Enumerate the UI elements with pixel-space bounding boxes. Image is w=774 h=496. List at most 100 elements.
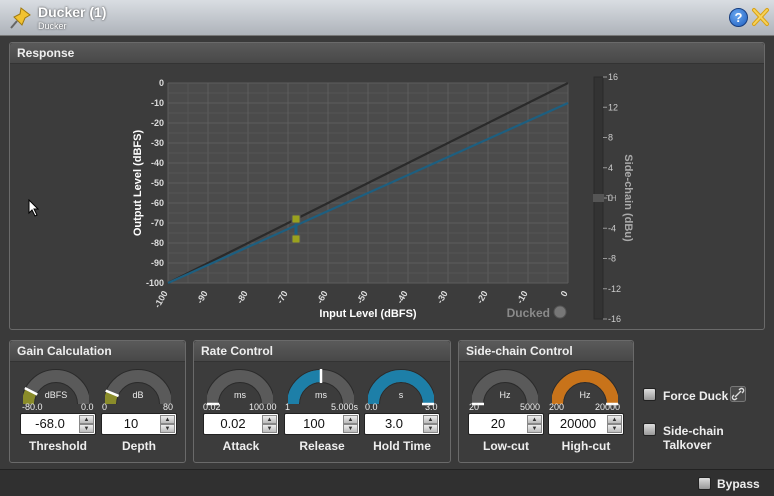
highcut-unit: Hz (579, 390, 591, 400)
sidechain-tick-label: 8 (608, 133, 613, 143)
attack-label: Attack (222, 439, 260, 453)
hold-max: 3.0 (425, 402, 438, 412)
ducked-label: Ducked (507, 306, 550, 320)
attack-unit: ms (234, 390, 246, 400)
knob-fill (105, 390, 118, 405)
highcut-label: High-cut (561, 439, 611, 453)
release-value[interactable]: 100 (285, 414, 343, 434)
x-tick-label: -50 (355, 289, 370, 305)
x-tick-label: -20 (475, 289, 490, 305)
title-bar: Ducker (1) Ducker ? (0, 0, 774, 36)
attack-spinbox[interactable]: 0.02 ▲ ▼ (203, 413, 279, 435)
hold-up-icon[interactable]: ▲ (423, 415, 438, 424)
release-down-icon[interactable]: ▼ (343, 424, 358, 433)
lowcut-down-icon[interactable]: ▼ (527, 424, 542, 433)
y-tick-label: 0 (159, 78, 164, 88)
link-icon[interactable] (730, 386, 746, 402)
highcut-spinbox[interactable]: 20000 ▲ ▼ (548, 413, 624, 435)
depth-spinbox[interactable]: 10 ▲ ▼ (101, 413, 177, 435)
hold-down-icon[interactable]: ▼ (423, 424, 438, 433)
rate-header: Rate Control (194, 341, 450, 362)
attack-value[interactable]: 0.02 (204, 414, 262, 434)
help-icon[interactable]: ? (729, 8, 748, 27)
hold-time-spinbox[interactable]: 3.0 ▲ ▼ (364, 413, 440, 435)
depth-min: 0 (102, 402, 108, 412)
highcut-value[interactable]: 20000 (549, 414, 607, 434)
close-icon[interactable] (751, 7, 770, 27)
sidechain-tick-label: -16 (608, 314, 621, 324)
threshold-unit: dBFS (44, 390, 68, 400)
attack-up-icon[interactable]: ▲ (262, 415, 277, 424)
th-label: TH (606, 194, 617, 203)
threshold-up-icon[interactable]: ▲ (79, 415, 94, 424)
x-tick-label: -10 (515, 289, 530, 305)
depth-max: 80 (163, 402, 174, 412)
depth-handle (291, 234, 301, 244)
hold-min: 0.0 (365, 402, 378, 412)
lowcut-min: 20 (469, 402, 480, 412)
y-tick-label: -50 (151, 178, 164, 188)
lowcut-spinbox[interactable]: 20 ▲ ▼ (468, 413, 544, 435)
lowcut-label: Low-cut (483, 439, 529, 453)
sidechain-tick-label: 16 (608, 72, 618, 82)
y-tick-label: -90 (151, 258, 164, 268)
hold-time-label: Hold Time (373, 439, 431, 453)
response-header: Response (10, 43, 764, 64)
force-duck-checkbox[interactable] (643, 388, 656, 401)
attack-down-icon[interactable]: ▼ (262, 424, 277, 433)
threshold-label: Threshold (28, 439, 87, 453)
window-subtitle: Ducker (38, 21, 67, 31)
transfer-chart: -100 -90 -80 -70 -60 -50 -40 -30 -20 -10 00-10-20-… (132, 72, 634, 324)
x-tick-label: -100 (152, 289, 170, 310)
highcut-down-icon[interactable]: ▼ (607, 424, 622, 433)
release-unit: ms (315, 390, 327, 400)
x-tick-label: -30 (435, 289, 450, 305)
lowcut-up-icon[interactable]: ▲ (527, 415, 542, 424)
hold-time-value[interactable]: 3.0 (365, 414, 423, 434)
pushpin-icon (10, 7, 31, 29)
threshold-value[interactable]: -68.0 (21, 414, 79, 434)
highcut-min: 200 (549, 402, 565, 412)
x-tick-label: -60 (315, 289, 330, 305)
lowcut-value[interactable]: 20 (469, 414, 527, 434)
rate-control-panel: Rate Control ms 0.02 100.00 0.02 ▲ ▼ Att… (193, 340, 451, 463)
bypass-label: Bypass (717, 477, 760, 491)
highcut-max: 20000 (595, 402, 621, 412)
gain-header: Gain Calculation (10, 341, 185, 362)
x-tick-label: 0 (559, 289, 570, 298)
threshold-min: -80.0 (22, 402, 43, 412)
threshold-handle (291, 214, 301, 224)
depth-down-icon[interactable]: ▼ (160, 424, 175, 433)
window-title: Ducker (1) (38, 4, 107, 20)
release-max: 5.000s (331, 402, 359, 412)
depth-label: Depth (122, 439, 156, 453)
release-min: 1 (285, 402, 291, 412)
lowcut-max: 5000 (520, 402, 541, 412)
depth-value[interactable]: 10 (102, 414, 160, 434)
attack-max: 100.00 (249, 402, 277, 412)
threshold-max: 0.0 (81, 402, 94, 412)
y-tick-label: -60 (151, 198, 164, 208)
x-tick-label: -90 (195, 289, 210, 305)
y-tick-label: -20 (151, 118, 164, 128)
depth-unit: dB (132, 390, 144, 400)
sidechain-header: Side-chain Control (459, 341, 633, 362)
release-up-icon[interactable]: ▲ (343, 415, 358, 424)
y-tick-label: -100 (146, 278, 164, 288)
x-tick-label: -70 (275, 289, 290, 305)
response-panel: Response -100 -90 -80 -70 -60 -50 -40 -30 -20 -10… (9, 42, 765, 330)
threshold-down-icon[interactable]: ▼ (79, 424, 94, 433)
release-spinbox[interactable]: 100 ▲ ▼ (284, 413, 360, 435)
y-tick-label: -40 (151, 158, 164, 168)
talkover-checkbox[interactable] (643, 423, 656, 436)
depth-up-icon[interactable]: ▲ (160, 415, 175, 424)
threshold-spinbox[interactable]: -68.0 ▲ ▼ (20, 413, 96, 435)
sidechain-axis-label: Side-chain (dBu) (622, 154, 634, 242)
bypass-checkbox[interactable] (698, 477, 711, 490)
sidechain-threshold-marker (593, 194, 604, 202)
force-duck-label: Force Duck (663, 389, 729, 403)
x-axis-label: Input Level (dBFS) (319, 308, 417, 320)
highcut-up-icon[interactable]: ▲ (607, 415, 622, 424)
y-tick-label: -30 (151, 138, 164, 148)
x-tick-label: -40 (395, 289, 410, 305)
